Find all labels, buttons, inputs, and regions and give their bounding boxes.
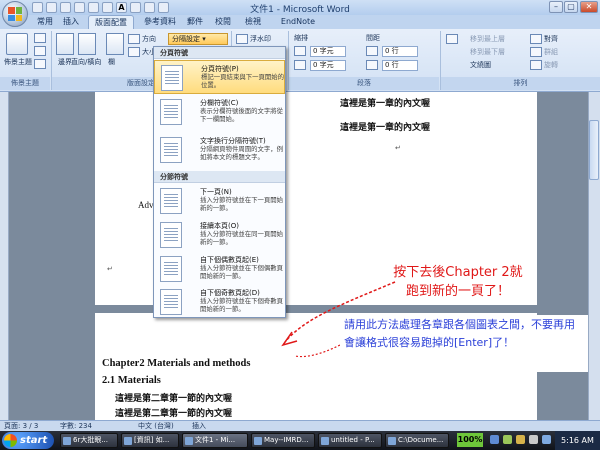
annotation-blue: 請用此方法處理各章跟各個圖表之間，不要再用會讓格式很容易跑掉的[Enter]了！ bbox=[340, 315, 588, 372]
annotation-red: 按下去後Chapter 2就 跑到新的一頁了！ bbox=[368, 263, 548, 301]
annotation-arrow bbox=[281, 281, 396, 358]
annotation-red-line: 按下去後Chapter 2就 bbox=[393, 265, 523, 280]
annotation-red-line: 跑到新的一頁了！ bbox=[405, 284, 510, 299]
